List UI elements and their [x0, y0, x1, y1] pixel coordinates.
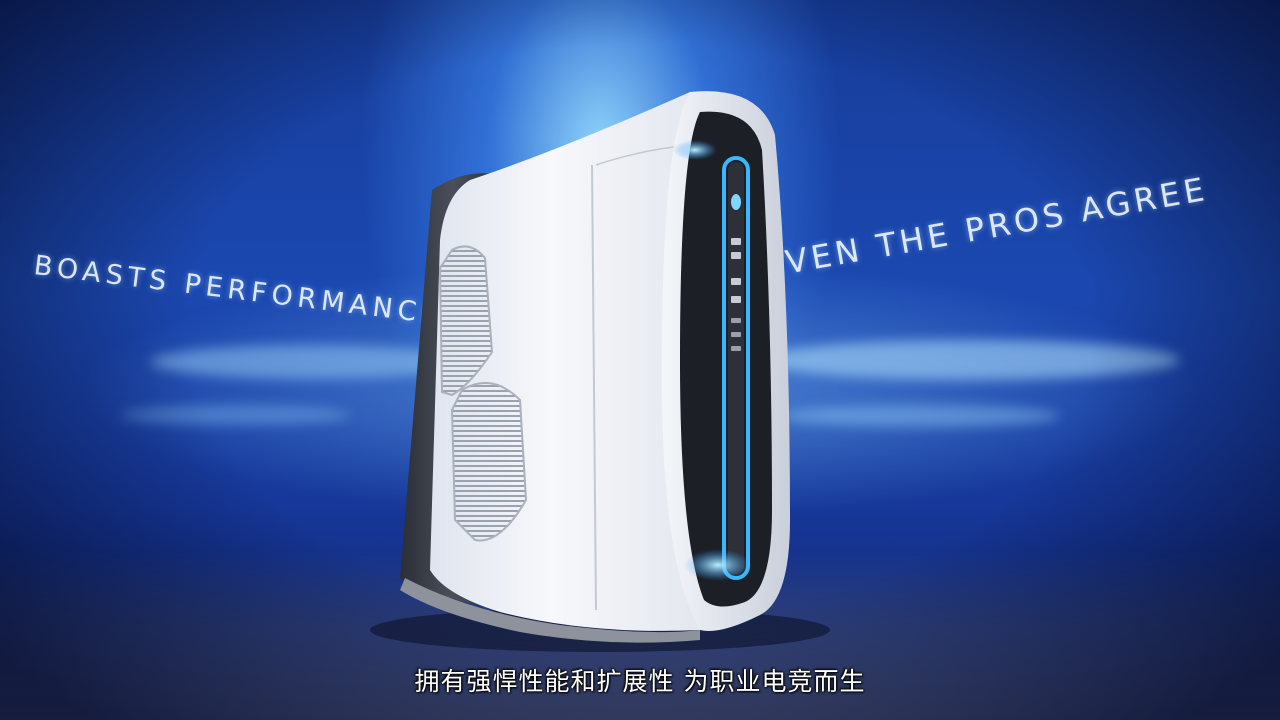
lower-vent	[450, 382, 528, 542]
top-led-glow	[673, 140, 717, 160]
desktop-tower	[370, 91, 830, 652]
video-frame: BOASTS PERFORMANCE EVEN THE PROS AGREE 拥…	[0, 0, 1280, 720]
alien-logo-icon	[731, 194, 741, 210]
subtitle-caption: 拥有强悍性能和扩展性 为职业电竞而生	[414, 667, 866, 696]
bottom-led-glow	[684, 549, 752, 581]
